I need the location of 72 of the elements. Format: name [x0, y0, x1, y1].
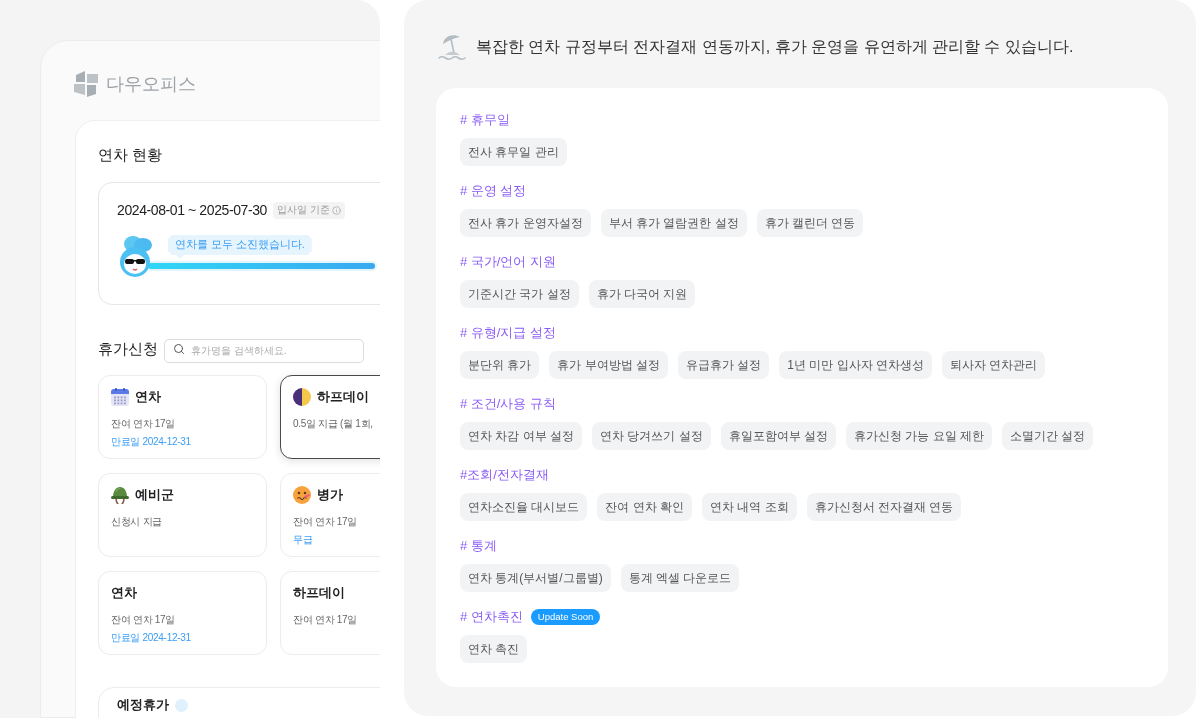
- leave-detail: 잔여 연차 17일: [111, 417, 175, 431]
- logo-icon: [74, 71, 98, 97]
- leave-note: 만료일 2024-12-31: [111, 631, 191, 645]
- leave-card[interactable]: 연차 잔여 연차 17일 만료일 2024-12-31: [98, 375, 267, 459]
- feature-tag: 잔여 연차 확인: [597, 493, 692, 521]
- leave-detail: 잔여 연차 17일: [111, 613, 175, 627]
- leave-note: 무급: [293, 533, 313, 547]
- section-title: 휴가신청: [98, 339, 158, 359]
- section-heading: # 휴무일: [460, 111, 510, 129]
- feature-tag: 전사 휴가 운영자설정: [460, 209, 591, 237]
- period-text: 2024-08-01 ~ 2025-07-30: [117, 200, 267, 220]
- feature-tag: 연차 내역 조회: [702, 493, 797, 521]
- count-dot-icon: [175, 699, 188, 712]
- beach-umbrella-icon: [438, 33, 466, 61]
- section-heading: # 국가/언어 지원: [460, 253, 557, 271]
- leave-title: 예비군: [135, 486, 174, 504]
- leave-card[interactable]: 하프데이 0.5일 지급 (월 1회,: [280, 375, 380, 459]
- section-heading: # 통계: [460, 537, 497, 555]
- feature-tag: 기준시간 국가 설정: [460, 280, 579, 308]
- leave-card[interactable]: 하프데이 잔여 연차 17일: [280, 571, 380, 655]
- intro-text: 복잡한 연차 규정부터 전자결재 연동까지, 휴가 운영을 유연하게 관리할 수 있습니다.: [476, 37, 1074, 57]
- sick-face-icon: [293, 486, 311, 504]
- leave-title: 연차: [135, 388, 161, 406]
- feature-tag: 휴가 캘린더 연동: [756, 209, 864, 237]
- leave-detail: 0.5일 지급 (월 1회,: [293, 417, 373, 431]
- section-heading: # 연차촉진: [460, 608, 523, 626]
- feature-tag: 연차 촉진: [460, 635, 528, 663]
- section-heading: # 유형/지급 설정: [460, 324, 557, 342]
- helmet-icon: [111, 486, 129, 504]
- leave-title: 하프데이: [293, 584, 345, 602]
- leave-detail: 잔여 연차 17일: [293, 515, 357, 529]
- feature-tag: 휴가 다국어 지원: [588, 280, 696, 308]
- feature-tag: 연차 통계(부서별/그룹별): [460, 564, 611, 592]
- feature-tag: 휴가신청 가능 요일 제한: [846, 422, 993, 450]
- feature-tag: 분단위 휴가: [460, 351, 540, 379]
- leave-title: 병가: [317, 486, 343, 504]
- half-moon-icon: [293, 388, 311, 406]
- feature-tag: 휴가신청서 전자결재 연동: [806, 493, 962, 521]
- status-badge: Update Soon: [530, 609, 601, 625]
- feature-tag: 휴가 부여방법 설정: [549, 351, 668, 379]
- feature-tag: 연차 차감 여부 설정: [460, 422, 582, 450]
- section-title: 연차 현황: [98, 145, 164, 165]
- feature-tag: 퇴사자 연차관리: [942, 351, 1046, 379]
- mascot-icon: [119, 235, 153, 277]
- feature-tag: 휴일포함여부 설정: [720, 422, 837, 450]
- leave-title: 연차: [111, 584, 137, 602]
- section-heading: # 조건/사용 규칙: [460, 395, 557, 413]
- feature-tag: 연차 당겨쓰기 설정: [592, 422, 711, 450]
- search-icon: [173, 343, 185, 355]
- section-title: 예정휴가: [117, 697, 169, 713]
- info-icon: [331, 205, 341, 215]
- leave-note: 만료일 2024-12-31: [111, 435, 191, 449]
- feature-tag: 전사 휴무일 관리: [460, 138, 567, 166]
- search-field[interactable]: 휴가명을 검색하세요.: [164, 338, 364, 363]
- leave-card[interactable]: 병가 잔여 연차 17일 무급: [280, 473, 380, 557]
- feature-tag: 1년 미만 입사자 연차생성: [779, 351, 933, 379]
- leave-detail: 신청시 지급: [111, 515, 162, 529]
- feature-tag: 통계 엑셀 다운로드: [620, 564, 740, 592]
- leave-title: 하프데이: [317, 388, 369, 406]
- basis-label: 입사일 기준: [277, 204, 330, 216]
- feature-tag: 소멸기간 설정: [1002, 422, 1094, 450]
- message-tooltip: 연차를 모두 소진했습니다.: [168, 235, 312, 259]
- leave-detail: 잔여 연차 17일: [293, 613, 357, 627]
- section-heading: # 운영 설정: [460, 182, 527, 200]
- calendar-icon: [111, 388, 129, 406]
- feature-tag: 부서 휴가 열람권한 설정: [600, 209, 747, 237]
- section-heading: #조회/전자결재: [460, 466, 549, 484]
- feature-tag: 유급휴가 설정: [678, 351, 770, 379]
- leave-card[interactable]: 연차 잔여 연차 17일 만료일 2024-12-31: [98, 571, 267, 655]
- leave-card[interactable]: 예비군 신청시 지급: [98, 473, 267, 557]
- logo-text: 다우오피스: [106, 73, 196, 96]
- feature-tag: 연차소진율 대시보드: [460, 493, 588, 521]
